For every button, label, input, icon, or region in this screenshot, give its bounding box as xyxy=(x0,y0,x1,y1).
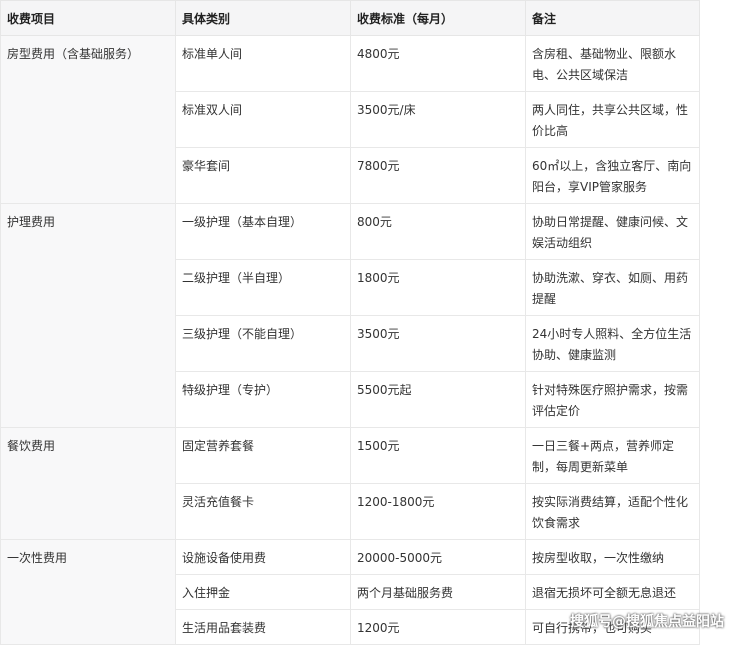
table-row: 房型费用（含基础服务） 标准单人间 4800元 含房租、基础物业、限额水电、公共… xyxy=(0,35,700,204)
fee-table: 收费项目 具体类别 收费标准（每月） 备注 房型费用（含基础服务） 标准单人间 … xyxy=(0,0,700,645)
price-cell: 1200-1800元 xyxy=(350,483,526,540)
price-cell: 800元 xyxy=(350,203,526,260)
note-cell: 两人同住，共享公共区域，性价比高 xyxy=(525,91,700,148)
watermark: 搜狐号@搜狐焦点益阳站 xyxy=(570,614,724,630)
price-cell: 1800元 xyxy=(350,259,526,316)
price-cell: 4800元 xyxy=(350,35,526,92)
column-header-note: 备注 xyxy=(525,0,700,36)
category-cell: 入住押金 xyxy=(175,574,351,610)
price-cell: 1200元 xyxy=(350,609,526,645)
price-cell: 3500元/床 xyxy=(350,91,526,148)
note-cell: 退宿无损坏可全额无息退还 xyxy=(525,574,700,610)
note-cell: 协助日常提醒、健康问候、文娱活动组织 xyxy=(525,203,700,260)
table-row: 护理费用 一级护理（基本自理） 800元 协助日常提醒、健康问候、文娱活动组织 xyxy=(0,203,700,428)
fee-item-cell: 餐饮费用 xyxy=(0,427,176,540)
column-header-item: 收费项目 xyxy=(0,0,176,36)
fee-item-cell: 一次性费用 xyxy=(0,539,176,645)
note-cell: 60㎡以上，含独立客厅、南向阳台，享VIP管家服务 xyxy=(525,147,700,204)
column-header-category: 具体类别 xyxy=(175,0,351,36)
note-cell: 按房型收取，一次性缴纳 xyxy=(525,539,700,575)
column-header-price: 收费标准（每月） xyxy=(350,0,526,36)
price-cell: 1500元 xyxy=(350,427,526,484)
category-cell: 特级护理（专护） xyxy=(175,371,351,428)
note-cell: 一日三餐+两点，营养师定制，每周更新菜单 xyxy=(525,427,700,484)
category-cell: 豪华套间 xyxy=(175,147,351,204)
category-cell: 灵活充值餐卡 xyxy=(175,483,351,540)
fee-item-cell: 护理费用 xyxy=(0,203,176,428)
note-cell: 针对特殊医疗照护需求，按需评估定价 xyxy=(525,371,700,428)
note-cell: 协助洗漱、穿衣、如厕、用药提醒 xyxy=(525,259,700,316)
category-cell: 固定营养套餐 xyxy=(175,427,351,484)
price-cell: 两个月基础服务费 xyxy=(350,574,526,610)
price-cell: 3500元 xyxy=(350,315,526,372)
category-cell: 标准单人间 xyxy=(175,35,351,92)
category-cell: 标准双人间 xyxy=(175,91,351,148)
table-row: 餐饮费用 固定营养套餐 1500元 一日三餐+两点，营养师定制，每周更新菜单 xyxy=(0,427,700,540)
price-cell: 20000-5000元 xyxy=(350,539,526,575)
category-cell: 二级护理（半自理） xyxy=(175,259,351,316)
price-cell: 5500元起 xyxy=(350,371,526,428)
note-cell: 24小时专人照料、全方位生活协助、健康监测 xyxy=(525,315,700,372)
table-row: 一次性费用 设施设备使用费 20000-5000元 按房型收取，一次性缴纳 xyxy=(0,539,700,645)
table-header-row: 收费项目 具体类别 收费标准（每月） 备注 xyxy=(0,0,700,36)
note-cell: 按实际消费结算，适配个性化饮食需求 xyxy=(525,483,700,540)
category-cell: 生活用品套装费 xyxy=(175,609,351,645)
price-cell: 7800元 xyxy=(350,147,526,204)
note-cell: 含房租、基础物业、限额水电、公共区域保洁 xyxy=(525,35,700,92)
category-cell: 三级护理（不能自理） xyxy=(175,315,351,372)
fee-item-cell: 房型费用（含基础服务） xyxy=(0,35,176,204)
category-cell: 一级护理（基本自理） xyxy=(175,203,351,260)
category-cell: 设施设备使用费 xyxy=(175,539,351,575)
